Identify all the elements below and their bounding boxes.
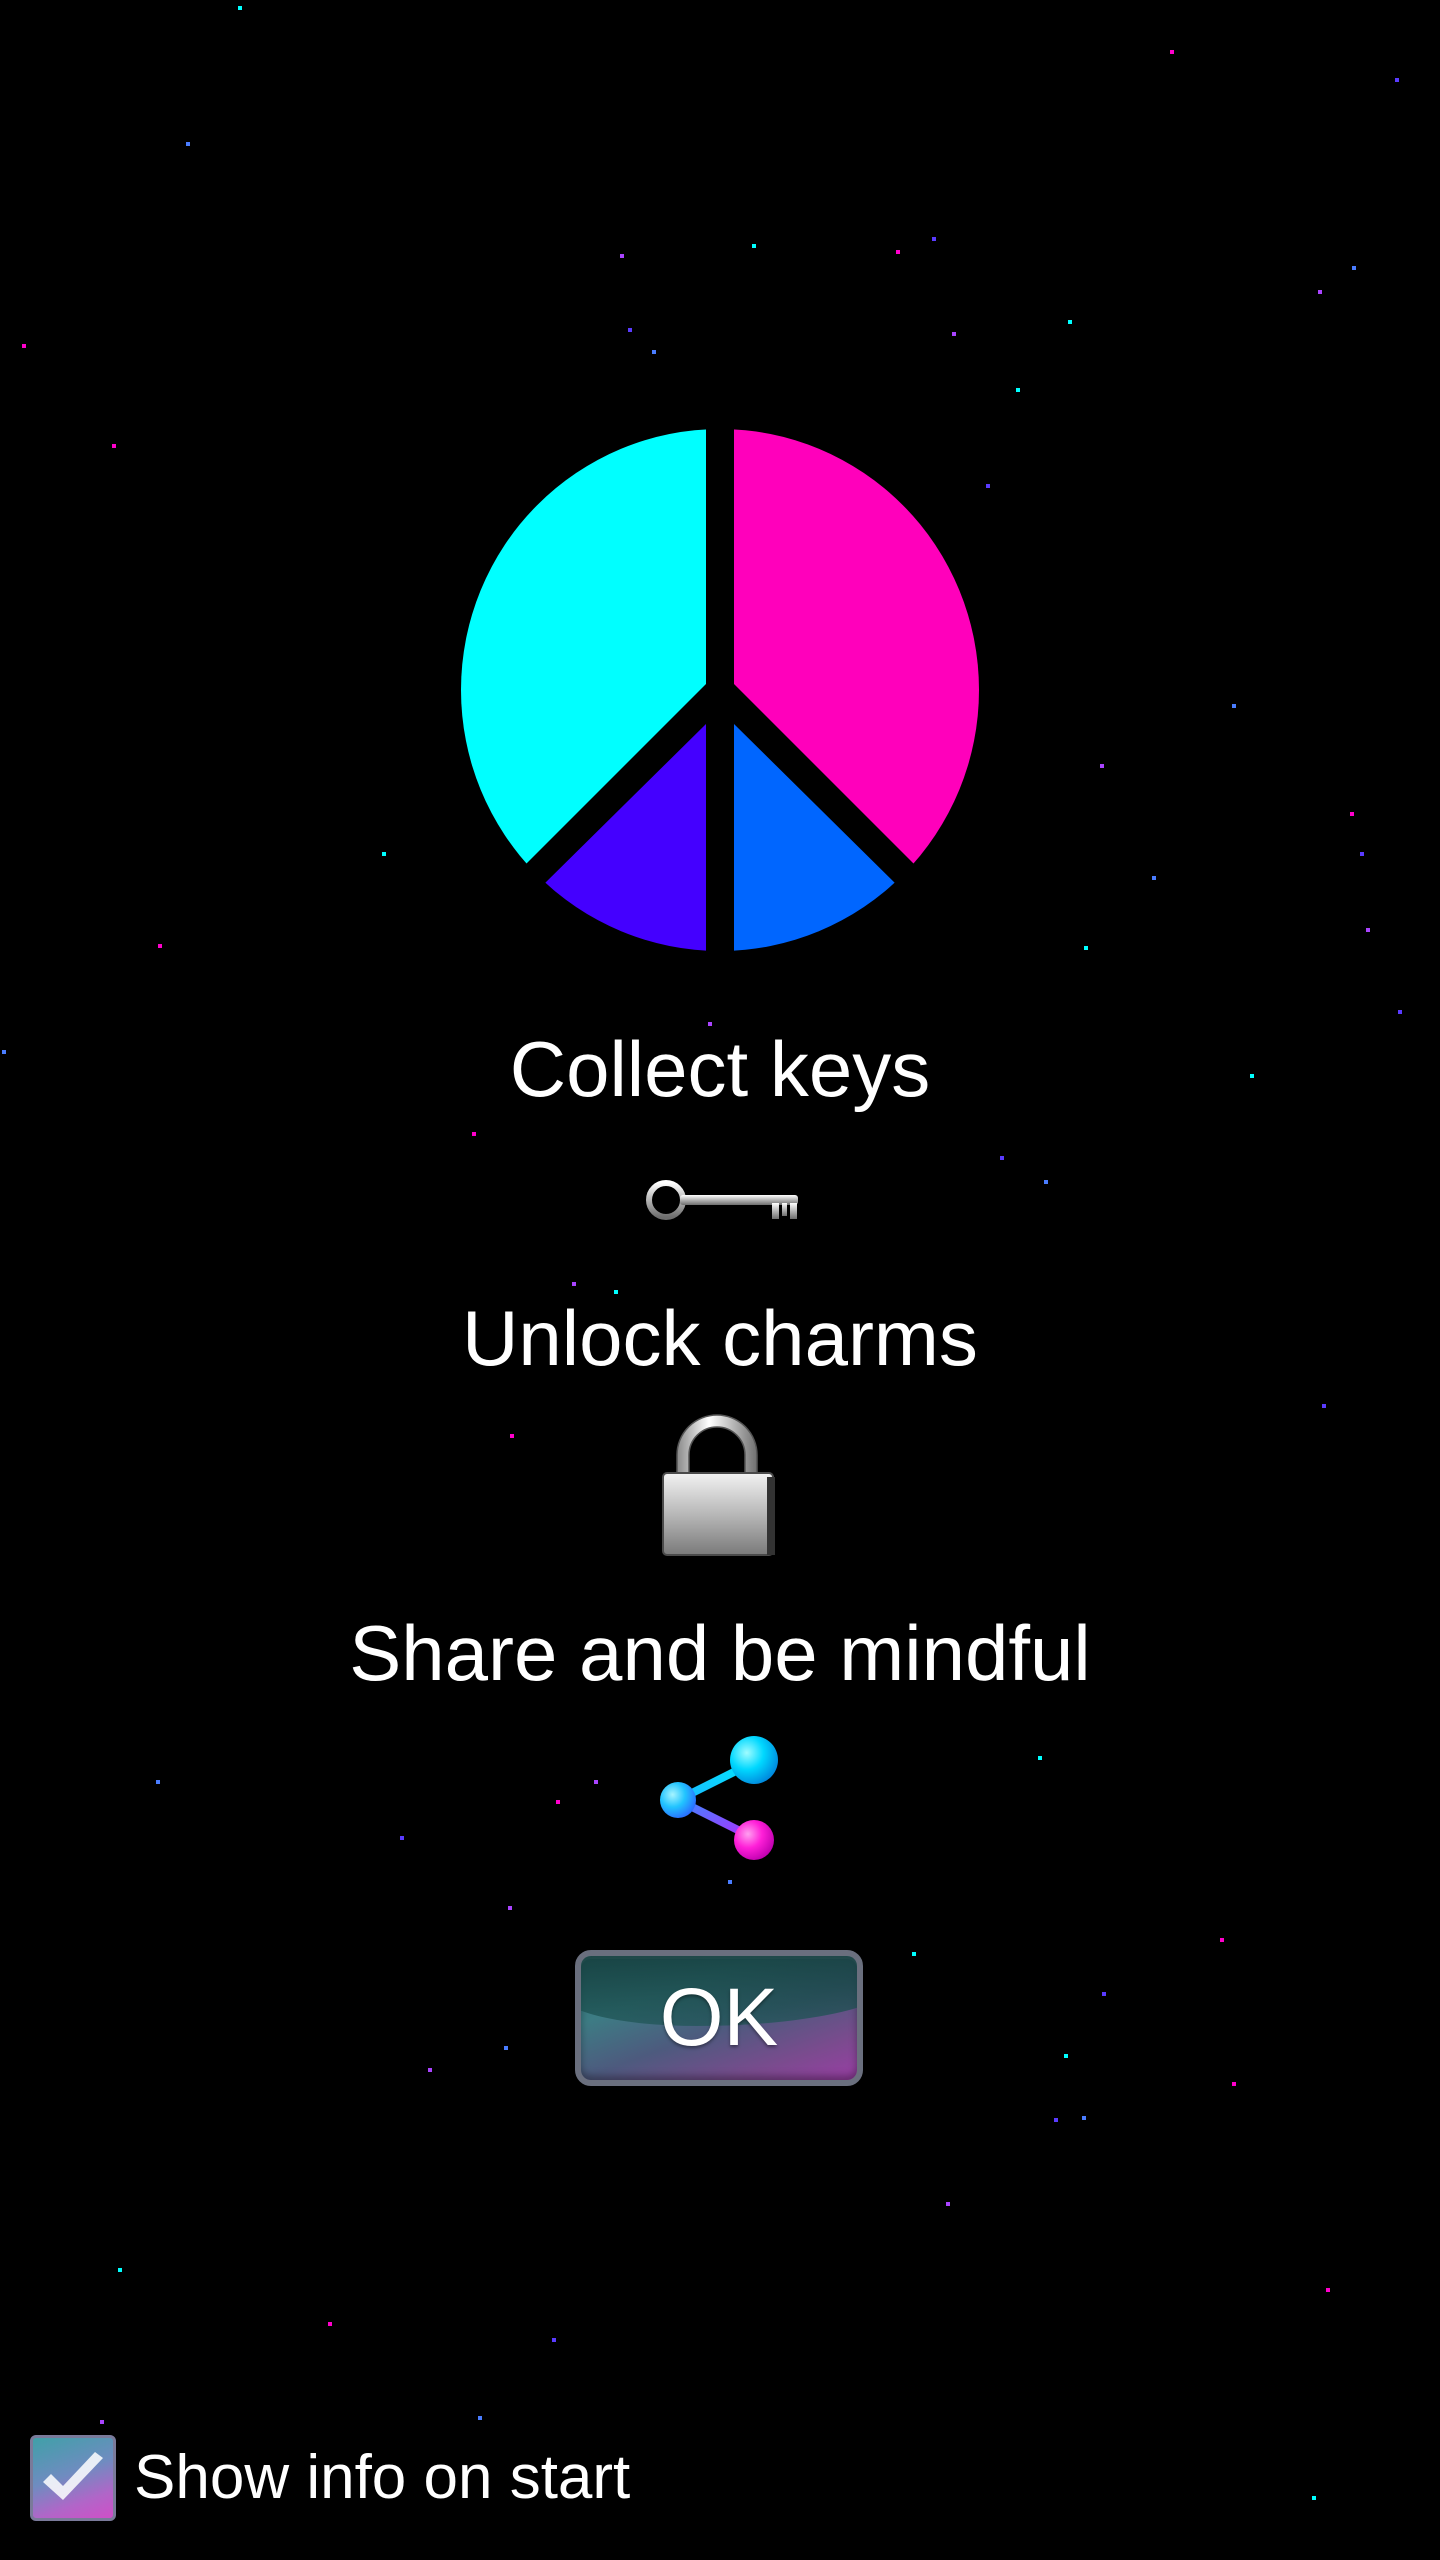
- star-dot: [728, 1880, 732, 1884]
- star-dot: [1352, 266, 1356, 270]
- star-dot: [652, 350, 656, 354]
- star-dot: [594, 1780, 598, 1784]
- star-dot: [986, 484, 990, 488]
- ok-button[interactable]: OK: [575, 1950, 863, 2086]
- star-dot: [504, 2046, 508, 2050]
- star-dot: [428, 2068, 432, 2072]
- show-info-label: Show info on start: [134, 2443, 631, 2512]
- star-dot: [1068, 320, 1072, 324]
- star-dot: [1395, 78, 1399, 82]
- star-dot: [478, 2416, 482, 2420]
- padlock-icon: [662, 1414, 775, 1556]
- star-dot: [1084, 946, 1088, 950]
- star-dot: [510, 1434, 514, 1438]
- share-mindful-label: Share and be mindful: [349, 1609, 1091, 1697]
- star-dot: [156, 1780, 160, 1784]
- starfield-background: [2, 6, 1402, 2500]
- star-dot: [1322, 1404, 1326, 1408]
- star-dot: [552, 2338, 556, 2342]
- star-dot: [1232, 2082, 1236, 2086]
- star-dot: [118, 2268, 122, 2272]
- star-dot: [952, 332, 956, 336]
- star-dot: [1350, 812, 1354, 816]
- star-dot: [328, 2322, 332, 2326]
- star-dot: [472, 1132, 476, 1136]
- star-dot: [186, 142, 190, 146]
- star-dot: [1170, 50, 1174, 54]
- star-dot: [896, 250, 900, 254]
- checkmark-icon: [43, 2452, 103, 2500]
- star-dot: [1016, 388, 1020, 392]
- star-dot: [1038, 1756, 1042, 1760]
- star-dot: [1064, 2054, 1068, 2058]
- star-dot: [1312, 2496, 1316, 2500]
- star-dot: [1318, 290, 1322, 294]
- star-dot: [752, 244, 756, 248]
- star-dot: [1398, 1010, 1402, 1014]
- unlock-charms-label: Unlock charms: [462, 1294, 978, 1382]
- star-dot: [1220, 1938, 1224, 1942]
- collect-keys-label: Collect keys: [509, 1025, 931, 1113]
- star-dot: [932, 237, 936, 241]
- star-dot: [620, 254, 624, 258]
- star-dot: [1326, 2288, 1330, 2292]
- share-icon: [660, 1736, 778, 1860]
- info-screen: Collect keys Unlock charms Share and be …: [0, 0, 1440, 2560]
- show-info-checkbox[interactable]: [30, 2435, 116, 2521]
- star-dot: [100, 2420, 104, 2424]
- star-dot: [572, 1282, 576, 1286]
- star-dot: [158, 944, 162, 948]
- show-info-toggle[interactable]: Show info on start: [30, 2434, 630, 2522]
- star-dot: [1366, 928, 1370, 932]
- star-dot: [508, 1906, 512, 1910]
- star-dot: [1082, 2116, 1086, 2120]
- star-dot: [238, 6, 242, 10]
- star-dot: [912, 1952, 916, 1956]
- ok-button-label: OK: [659, 1972, 779, 2063]
- peace-symbol-icon: [461, 429, 979, 951]
- star-dot: [1100, 764, 1104, 768]
- star-dot: [400, 1836, 404, 1840]
- star-dot: [1054, 2118, 1058, 2122]
- star-dot: [1232, 704, 1236, 708]
- star-dot: [1000, 1156, 1004, 1160]
- star-dot: [112, 444, 116, 448]
- star-dot: [556, 1800, 560, 1804]
- star-dot: [1044, 1180, 1048, 1184]
- star-dot: [22, 344, 26, 348]
- key-icon: [646, 1180, 798, 1220]
- star-dot: [1102, 1992, 1106, 1996]
- star-dot: [946, 2202, 950, 2206]
- star-dot: [628, 328, 632, 332]
- star-dot: [1360, 852, 1364, 856]
- star-dot: [382, 852, 386, 856]
- star-dot: [1152, 876, 1156, 880]
